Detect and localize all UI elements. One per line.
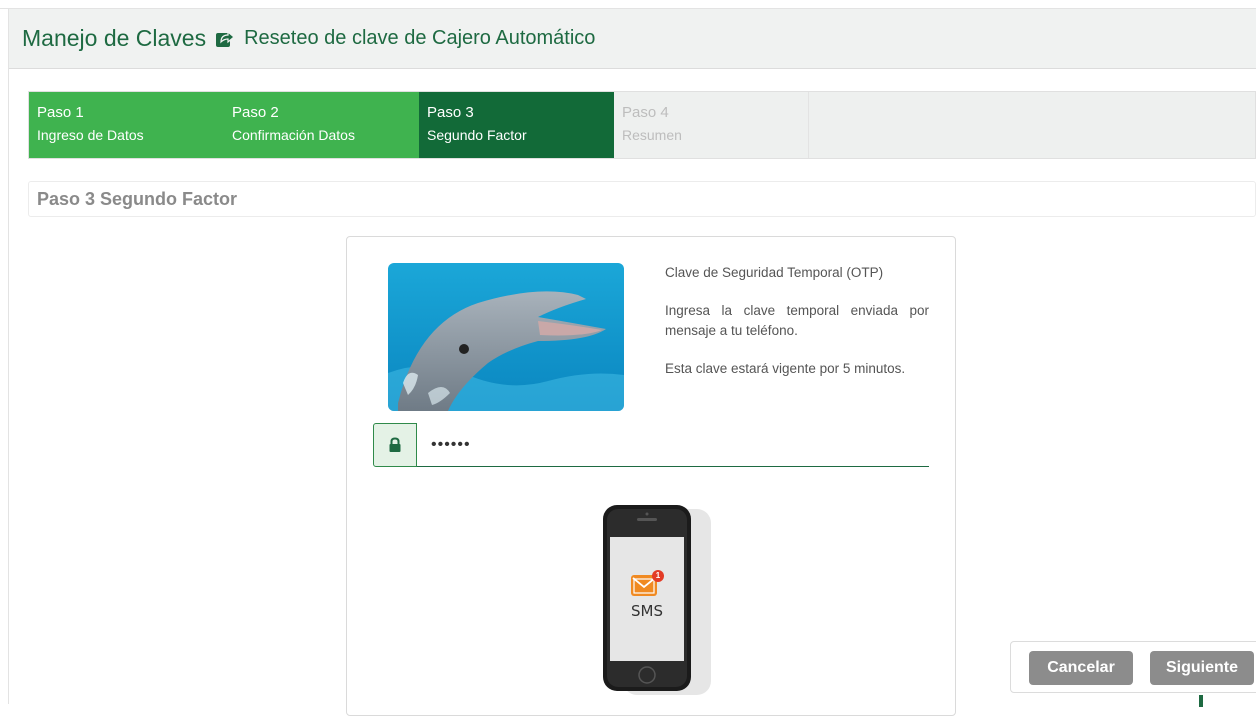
section-title: Paso 3 Segundo Factor: [28, 181, 1256, 217]
share-square-icon: [215, 29, 236, 49]
step-2: Paso 2 Confirmación Datos: [224, 92, 419, 158]
cancel-button[interactable]: Cancelar: [1029, 651, 1133, 685]
step-label: Resumen: [622, 127, 682, 143]
sms-label: SMS: [631, 602, 663, 620]
left-divider: [8, 8, 9, 704]
step-4: Paso 4 Resumen: [614, 92, 809, 158]
step-label: Segundo Factor: [427, 127, 527, 143]
step-label: Confirmación Datos: [232, 127, 355, 143]
step-1: Paso 1 Ingreso de Datos: [29, 92, 224, 158]
stepper: Paso 1 Ingreso de Datos Paso 2 Confirmac…: [28, 91, 1256, 159]
page-title: Manejo de Claves: [22, 25, 207, 51]
step-number: Paso 4: [622, 104, 669, 121]
otp-info: Clave de Seguridad Temporal (OTP) Ingres…: [665, 263, 929, 397]
step-label: Ingreso de Datos: [37, 127, 144, 143]
phone-sms-illustration: 1 SMS: [599, 505, 711, 695]
otp-field: [373, 423, 929, 467]
security-image: [388, 263, 624, 411]
action-bar: Cancelar Siguiente: [1010, 641, 1256, 693]
scroll-indicator: [1199, 695, 1203, 707]
otp-input[interactable]: [417, 423, 929, 467]
step-number: Paso 3: [427, 104, 474, 121]
otp-info-title: Clave de Seguridad Temporal (OTP): [665, 265, 884, 280]
otp-info-validity: Esta clave estará vigente por 5 minutos.: [665, 361, 906, 376]
next-button[interactable]: Siguiente: [1150, 651, 1254, 685]
notification-badge-count: 1: [655, 571, 661, 580]
otp-info-text: Ingresa la clave temporal enviada por me…: [665, 303, 929, 338]
step-number: Paso 1: [37, 104, 84, 121]
otp-card: Clave de Seguridad Temporal (OTP) Ingres…: [346, 236, 956, 716]
step-number: Paso 2: [232, 104, 279, 121]
page-header: Manejo de Claves Reseteo de clave de Caj…: [9, 9, 1256, 69]
lock-icon: [373, 423, 417, 467]
step-3: Paso 3 Segundo Factor: [419, 92, 614, 158]
page-subtitle: Reseteo de clave de Cajero Automático: [244, 27, 596, 49]
